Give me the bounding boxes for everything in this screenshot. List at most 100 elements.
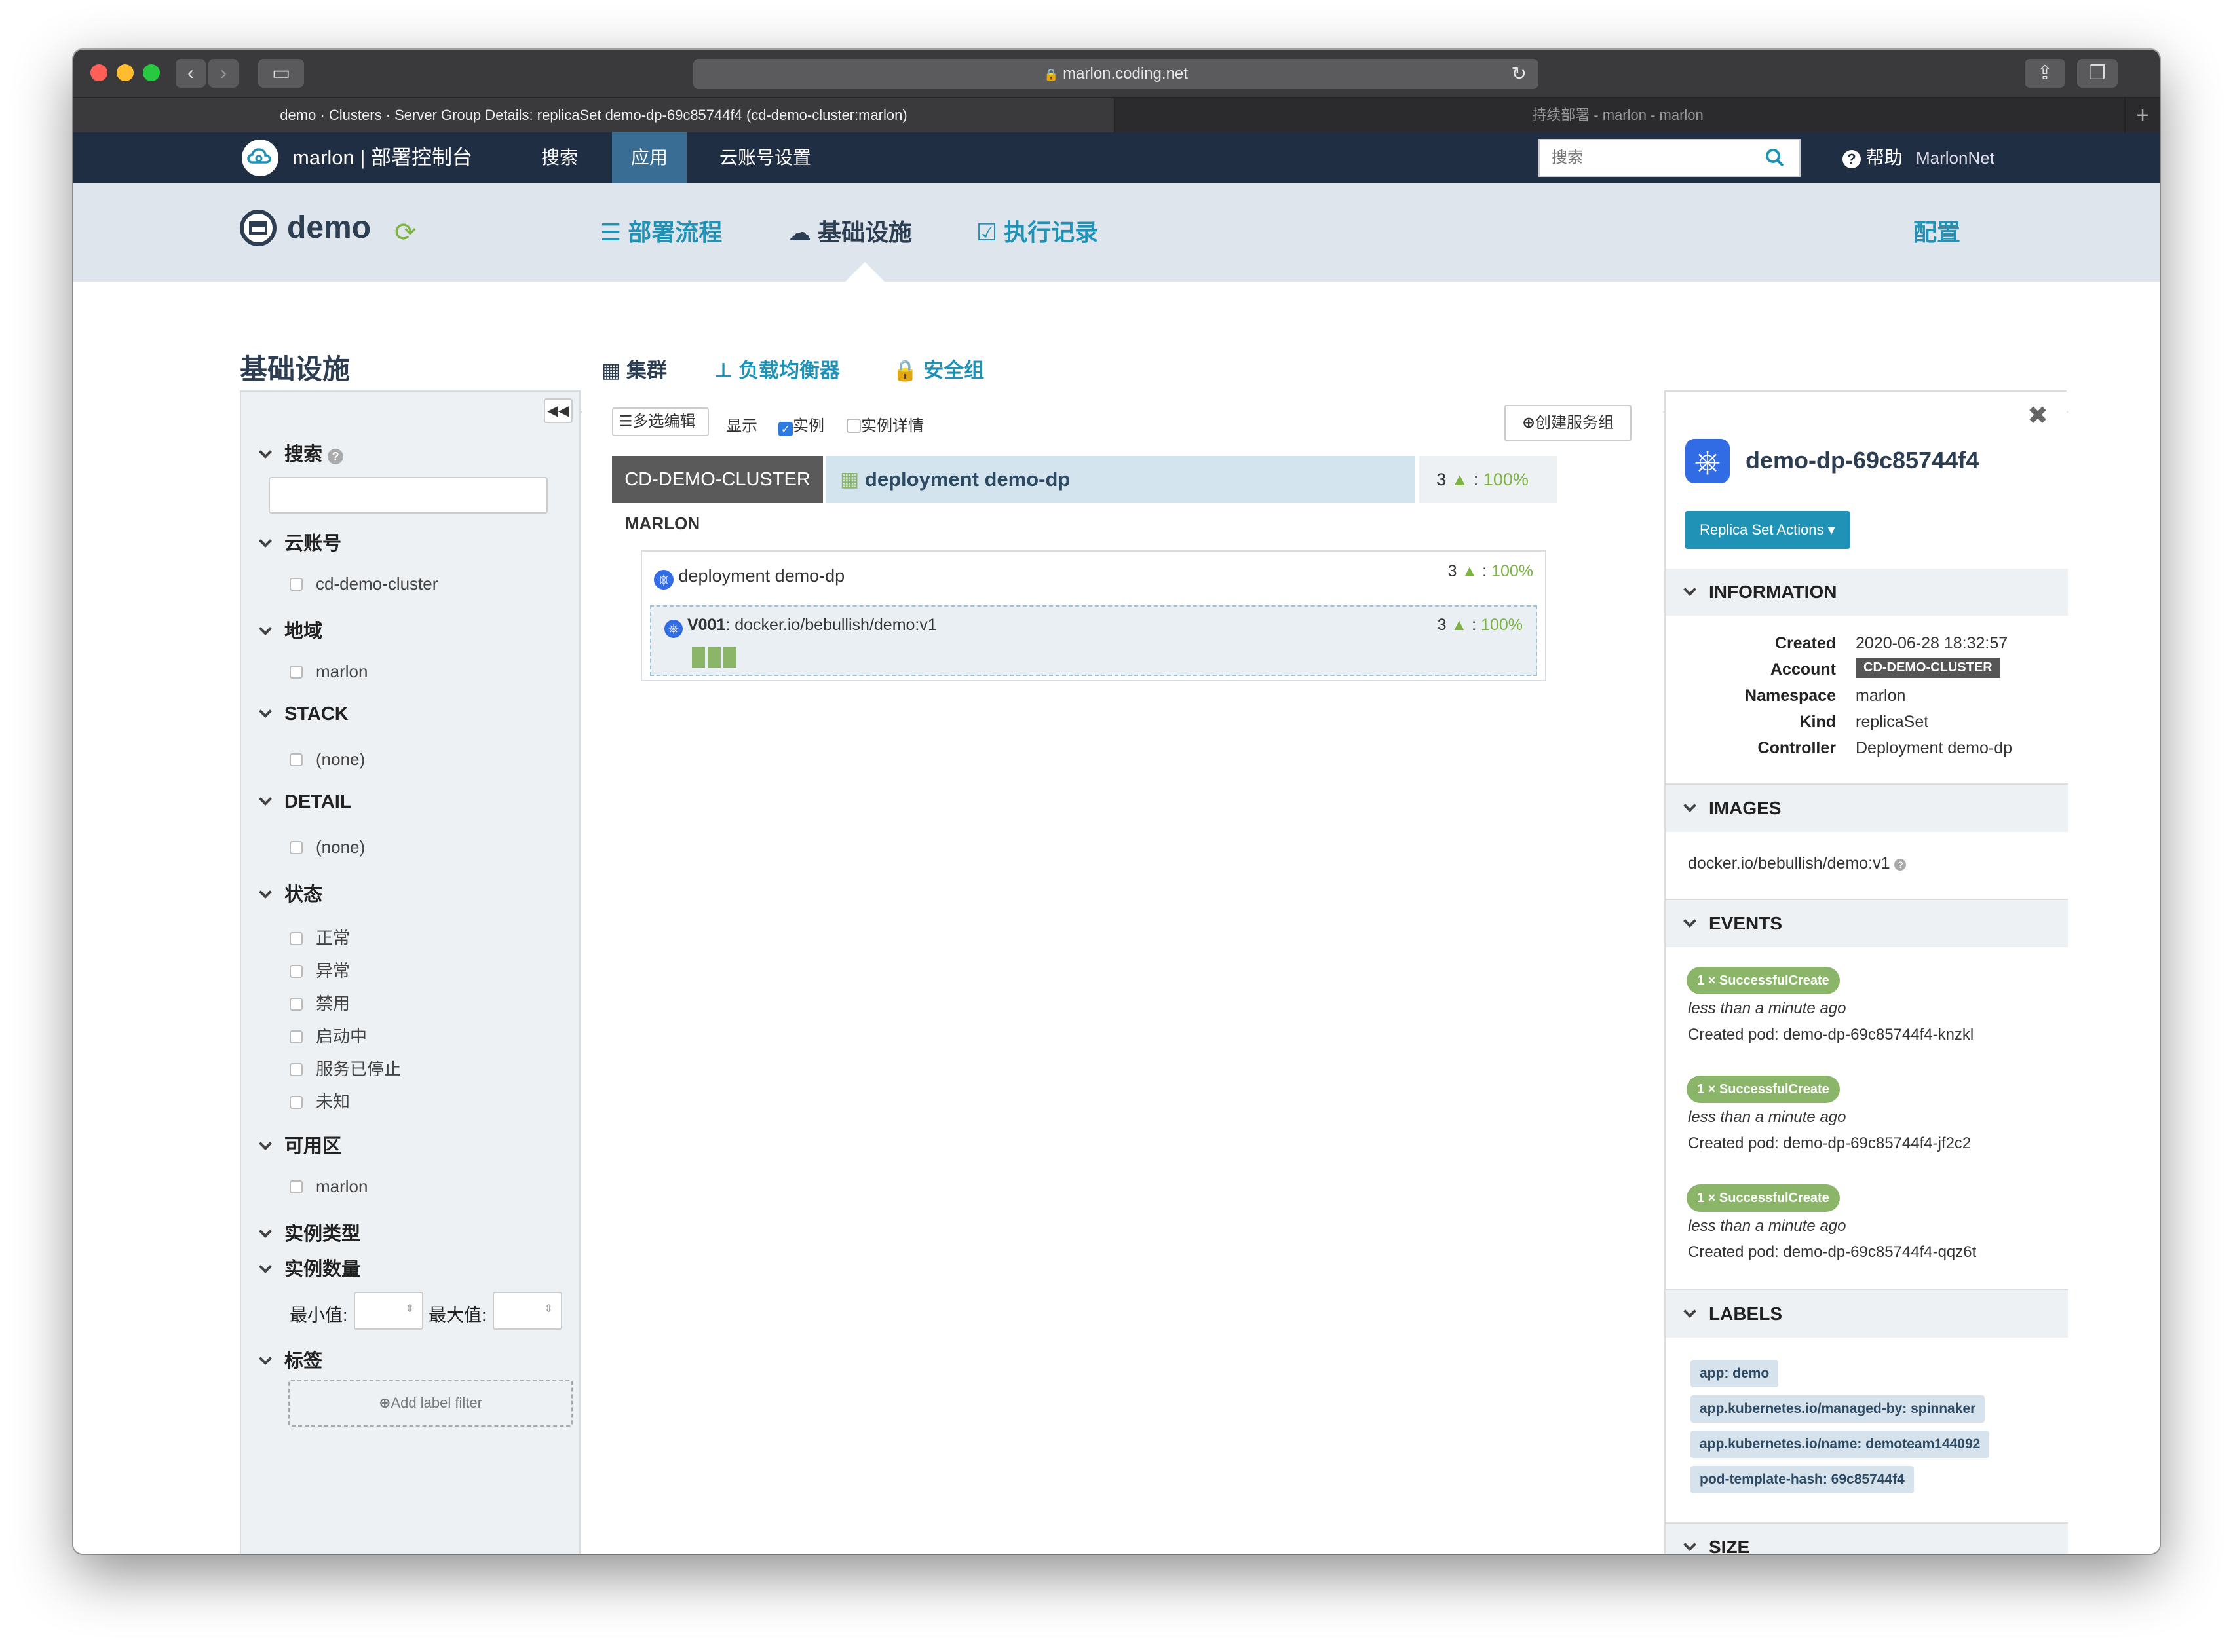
- min-input[interactable]: ⇕: [354, 1292, 423, 1330]
- forward-icon[interactable]: ›: [208, 59, 239, 88]
- information-header[interactable]: INFORMATION: [1666, 569, 2068, 616]
- brand-title[interactable]: marlon | 部署控制台: [292, 132, 472, 183]
- stepper-icon: ⇕: [405, 1304, 414, 1315]
- labels-header[interactable]: LABELS: [1666, 1290, 2068, 1338]
- triangle-up-icon: ▲: [1451, 470, 1469, 489]
- zoom-window-button[interactable]: [143, 64, 160, 81]
- address-bar[interactable]: 🔒 marlon.coding.net ↻: [693, 59, 1538, 89]
- filter-status-option[interactable]: 启动中: [290, 1023, 367, 1047]
- sidebar-toggle-icon[interactable]: ▭: [258, 59, 304, 88]
- instance-healthy[interactable]: [723, 647, 736, 668]
- filter-az-option[interactable]: marlon: [290, 1176, 368, 1197]
- checkbox[interactable]: [290, 1063, 303, 1076]
- checkbox[interactable]: [290, 998, 303, 1011]
- filter-status-option-label: 禁用: [316, 994, 351, 1013]
- filter-region-option[interactable]: marlon: [290, 662, 368, 682]
- filter-status-option[interactable]: 禁用: [290, 990, 350, 1015]
- checkbox[interactable]: [290, 1030, 303, 1043]
- tab-inactive-title: 持续部署 - marlon - marlon: [1532, 107, 1704, 123]
- checkbox[interactable]: [290, 578, 303, 591]
- filter-account-label: 云账号: [284, 533, 342, 554]
- tab-active[interactable]: demo · Clusters · Server Group Details: …: [73, 98, 1115, 132]
- filter-region-header[interactable]: 地域: [259, 616, 322, 643]
- checkbox[interactable]: [290, 841, 303, 854]
- checkbox[interactable]: [290, 666, 303, 679]
- filter-status-header[interactable]: 状态: [259, 879, 322, 907]
- checkbox-checked-icon[interactable]: ✓: [778, 422, 793, 436]
- show-instances-toggle[interactable]: ✓ 实例: [778, 413, 824, 436]
- filter-status-option[interactable]: 服务已停止: [290, 1056, 401, 1080]
- filter-stack-header[interactable]: STACK: [259, 704, 349, 725]
- server-group-row[interactable]: ⎈ V001: docker.io/bebullish/demo:v1 3 ▲ …: [650, 605, 1537, 676]
- images-header[interactable]: IMAGES: [1666, 785, 2068, 832]
- information-label: INFORMATION: [1709, 582, 1837, 602]
- filter-instance-count-label: 实例数量: [284, 1259, 361, 1280]
- server-group-detail-panel: ✖ ⎈ demo-dp-69c85744f4 Replica Set Actio…: [1664, 390, 2068, 1554]
- checkbox[interactable]: [290, 965, 303, 978]
- filter-account-header[interactable]: 云账号: [259, 528, 342, 555]
- share-icon[interactable]: ⇪: [2025, 59, 2065, 88]
- close-icon[interactable]: ✖: [2027, 401, 2048, 430]
- tab-pipelines[interactable]: ☰ 部署流程: [600, 214, 722, 248]
- subtab-sg-label: 安全组: [923, 359, 985, 382]
- filter-status-option[interactable]: 未知: [290, 1089, 350, 1113]
- controller-link[interactable]: Deployment demo-dp: [1856, 739, 2012, 758]
- nav-search-input[interactable]: [1540, 140, 1756, 176]
- instance-healthy[interactable]: [708, 647, 721, 668]
- nav-search[interactable]: 搜索: [541, 132, 578, 183]
- filter-detail-header[interactable]: DETAIL: [259, 791, 352, 813]
- user-menu[interactable]: MarlonNet: [1916, 132, 1994, 183]
- filter-search-input[interactable]: [269, 477, 548, 514]
- tab-inactive[interactable]: 持续部署 - marlon - marlon: [1116, 98, 2119, 132]
- filter-instance-count-header[interactable]: 实例数量: [259, 1254, 361, 1281]
- minimize-window-button[interactable]: [117, 64, 134, 81]
- subtab-clusters[interactable]: ▦ 集群: [601, 354, 667, 383]
- filter-az-header[interactable]: 可用区: [259, 1131, 341, 1158]
- nav-cloud-accounts[interactable]: 云账号设置: [719, 132, 811, 183]
- search-icon[interactable]: [1765, 148, 1785, 168]
- filter-status-option[interactable]: 异常: [290, 958, 350, 982]
- collapse-sidebar-icon[interactable]: ◀◀: [544, 398, 573, 423]
- new-tab-button[interactable]: +: [2124, 98, 2160, 132]
- filter-detail-option[interactable]: (none): [290, 837, 365, 857]
- checkbox[interactable]: [847, 419, 861, 433]
- checkbox[interactable]: [290, 1180, 303, 1193]
- show-instance-details-toggle[interactable]: 实例详情: [847, 413, 924, 436]
- brand-logo-icon[interactable]: [241, 132, 279, 183]
- help-label: 帮助: [1865, 147, 1903, 168]
- filter-account-option[interactable]: cd-demo-cluster: [290, 574, 438, 594]
- min-label: 最小值:: [290, 1305, 348, 1325]
- multi-select-button[interactable]: ☰多选编辑: [612, 407, 709, 436]
- help-circle-icon[interactable]: ?: [1894, 859, 1907, 871]
- filter-stack-option[interactable]: (none): [290, 749, 365, 770]
- subtab-security-groups[interactable]: 🔒 安全组: [892, 354, 984, 383]
- tabs-overview-icon[interactable]: ❐: [2077, 59, 2118, 88]
- instance-healthy[interactable]: [692, 647, 705, 668]
- refresh-icon[interactable]: ⟳: [394, 217, 417, 248]
- size-header[interactable]: SIZE: [1666, 1524, 2068, 1554]
- deployment-card[interactable]: ⎈ deployment demo-dp 3 ▲ : 100% ⎈ V001: …: [641, 550, 1546, 681]
- config-link[interactable]: 配置: [1913, 214, 1960, 248]
- add-label-filter-button[interactable]: ⊕Add label filter: [288, 1380, 573, 1427]
- events-header[interactable]: EVENTS: [1666, 900, 2068, 947]
- cluster-header[interactable]: ▦ deployment demo-dp: [826, 456, 1415, 503]
- tab-executions[interactable]: ☑ 执行记录: [976, 214, 1098, 248]
- filter-tags-header[interactable]: 标签: [259, 1345, 322, 1373]
- replica-set-actions-button[interactable]: Replica Set Actions ▾: [1685, 511, 1850, 549]
- filter-search-header[interactable]: 搜索 ?: [259, 439, 344, 466]
- checkbox[interactable]: [290, 1096, 303, 1109]
- max-label: 最大值:: [429, 1305, 487, 1325]
- tab-infrastructure[interactable]: ☁ 基础设施: [788, 214, 912, 248]
- nav-applications[interactable]: 应用: [612, 132, 687, 183]
- create-server-group-button[interactable]: ⊕创建服务组: [1504, 405, 1632, 441]
- filter-instance-type-header[interactable]: 实例类型: [259, 1218, 360, 1246]
- checkbox[interactable]: [290, 932, 303, 945]
- max-input[interactable]: ⇕: [493, 1292, 562, 1330]
- subtab-load-balancers[interactable]: ⊥ 负载均衡器: [714, 354, 840, 383]
- filter-status-option[interactable]: 正常: [290, 925, 350, 949]
- checkbox[interactable]: [290, 753, 303, 766]
- reload-icon[interactable]: ↻: [1512, 59, 1527, 89]
- back-icon[interactable]: ‹: [176, 59, 206, 88]
- help-link[interactable]: ? 帮助: [1842, 132, 1903, 183]
- close-window-button[interactable]: [90, 64, 107, 81]
